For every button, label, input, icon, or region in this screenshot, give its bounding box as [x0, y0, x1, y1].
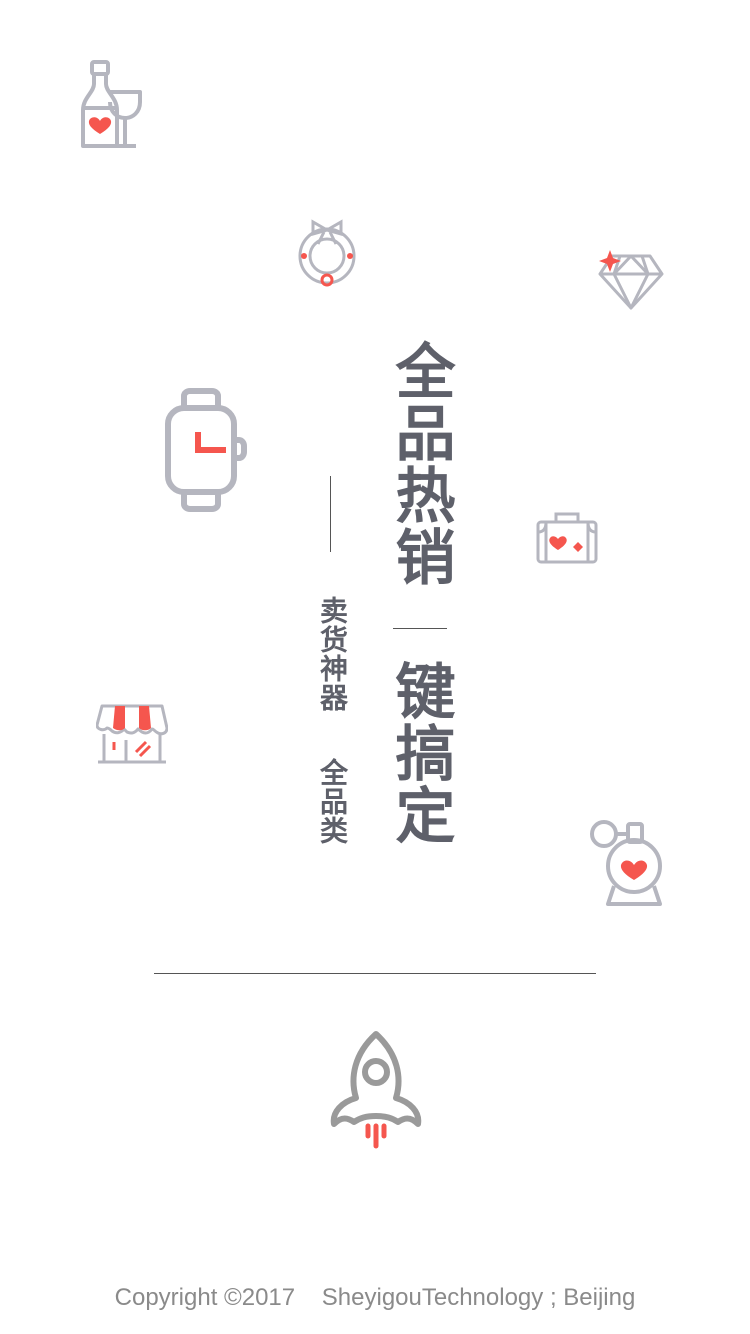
storefront-icon [96, 702, 168, 766]
wine-bottle-icon [80, 60, 146, 150]
headline-part1: 全品热销 [385, 340, 455, 588]
diamond-icon [598, 248, 664, 312]
headline-dash [393, 628, 447, 629]
suitcase-icon [536, 510, 598, 566]
watch-icon [164, 388, 248, 514]
rocket-icon[interactable] [330, 1030, 422, 1152]
wreath-icon [296, 218, 358, 290]
headline-part2: 键搞定 [385, 660, 455, 846]
subtitle-part1: 卖货神器 [316, 596, 349, 712]
subtitle-divider [330, 476, 331, 552]
perfume-icon [588, 818, 666, 910]
footer-copyright: Copyright ©2017 SheyigouTechnology ; Bei… [114, 1284, 636, 1311]
section-divider [154, 973, 596, 974]
subtitle-part2: 全品类 [316, 758, 349, 845]
